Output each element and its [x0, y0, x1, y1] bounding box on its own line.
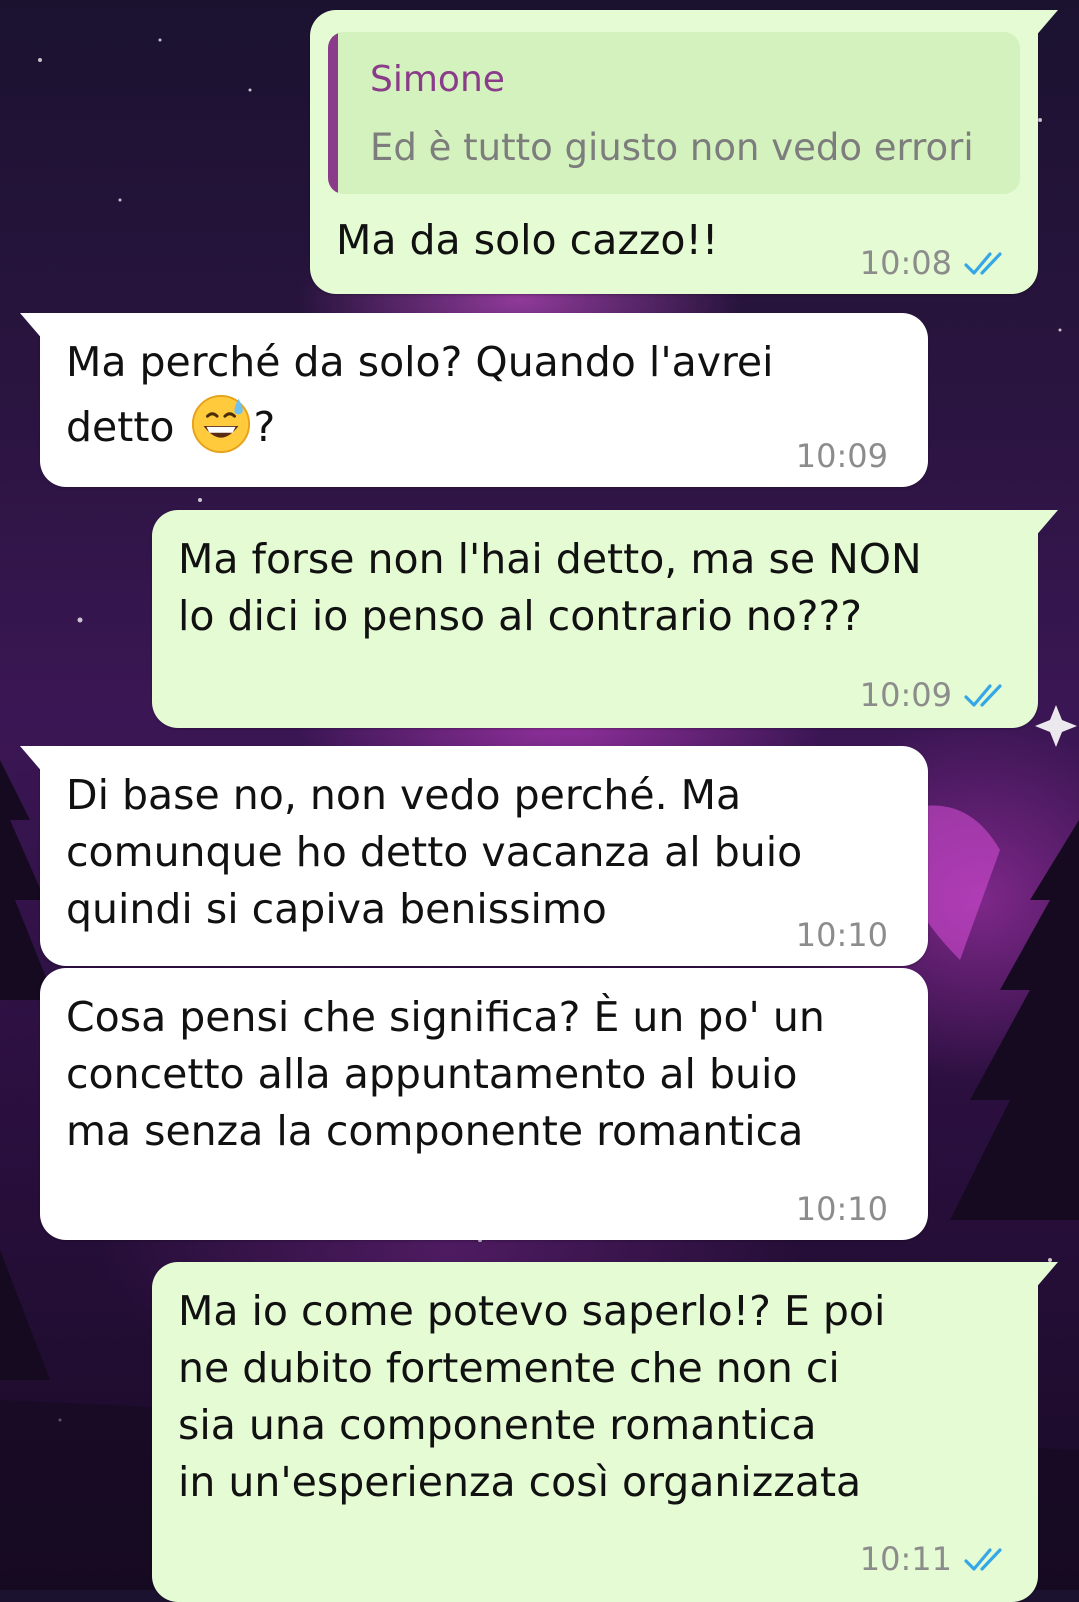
- double-check-icon: [964, 683, 1002, 707]
- message-bubble-outgoing[interactable]: Ma io come potevo saperlo!? E poi ne dub…: [152, 1262, 1058, 1602]
- double-check-icon: [964, 1547, 1002, 1571]
- message-bubble-incoming[interactable]: Di base no, non vedo perché. Ma comunque…: [20, 746, 928, 966]
- message-text-line: detto ?: [66, 393, 275, 455]
- reply-quote[interactable]: Simone Ed è tutto giusto non vedo errori: [328, 32, 1020, 194]
- message-bubble-incoming[interactable]: Cosa pensi che significa? È un po' un co…: [40, 968, 928, 1240]
- message-text: Di base no, non vedo perché. Ma: [66, 771, 742, 819]
- message-text: lo dici io penso al contrario no???: [178, 592, 863, 640]
- message-text: Ma forse non l'hai detto, ma se NON: [178, 535, 922, 583]
- reply-quote-author: Simone: [370, 59, 505, 100]
- message-meta: 10:10: [796, 1182, 888, 1237]
- message-text-fragment: detto: [66, 403, 175, 451]
- message-text: ne dubito fortemente che non ci: [178, 1344, 840, 1392]
- bubble-tail: [20, 746, 44, 774]
- message-bubble-incoming[interactable]: Ma perché da solo? Quando l'avrei detto …: [20, 313, 928, 487]
- message-meta: 10:10: [796, 908, 888, 963]
- message-text: ma senza la componente romantica: [66, 1107, 804, 1155]
- double-check-icon: [964, 251, 1002, 275]
- message-text: Cosa pensi che significa? È un po' un: [66, 993, 825, 1041]
- message-timestamp: 10:10: [795, 916, 888, 954]
- message-text: concetto alla appuntamento al buio: [66, 1050, 798, 1098]
- message-text: Ma da solo cazzo!!: [336, 216, 719, 264]
- message-bubble-outgoing[interactable]: Simone Ed è tutto giusto non vedo errori…: [310, 10, 1058, 294]
- bubble-tail: [1034, 1262, 1058, 1290]
- message-timestamp: 10:09: [859, 676, 952, 714]
- message-timestamp: 10:09: [795, 437, 888, 475]
- message-meta: 10:09: [796, 429, 888, 484]
- message-text: comunque ho detto vacanza al buio: [66, 828, 803, 876]
- message-timestamp: 10:10: [795, 1190, 888, 1228]
- message-text: in un'esperienza così organizzata: [178, 1458, 862, 1506]
- message-meta: 10:11: [860, 1532, 1010, 1587]
- message-text: quindi si capiva benissimo: [66, 885, 607, 933]
- bubble-tail: [1034, 10, 1058, 38]
- message-bubble-outgoing[interactable]: Ma forse non l'hai detto, ma se NON lo d…: [152, 510, 1058, 728]
- bubble-tail: [1034, 510, 1058, 538]
- bubble-tail: [20, 313, 44, 341]
- message-meta: 10:08: [860, 236, 1010, 291]
- message-text: Ma io come potevo saperlo!? E poi: [178, 1287, 886, 1335]
- grinning-face-with-sweat-icon: [191, 394, 250, 454]
- message-text-fragment: ?: [253, 403, 276, 451]
- message-timestamp: 10:08: [859, 244, 952, 282]
- reply-quote-accent-bar: [328, 32, 338, 194]
- message-text: Ma perché da solo? Quando l'avrei: [66, 338, 774, 386]
- chat-thread: Simone Ed è tutto giusto non vedo errori…: [0, 0, 1079, 1602]
- message-timestamp: 10:11: [859, 1540, 952, 1578]
- message-text: sia una componente romantica: [178, 1401, 817, 1449]
- message-meta: 10:09: [860, 668, 1010, 723]
- reply-quote-text: Ed è tutto giusto non vedo errori: [370, 126, 974, 169]
